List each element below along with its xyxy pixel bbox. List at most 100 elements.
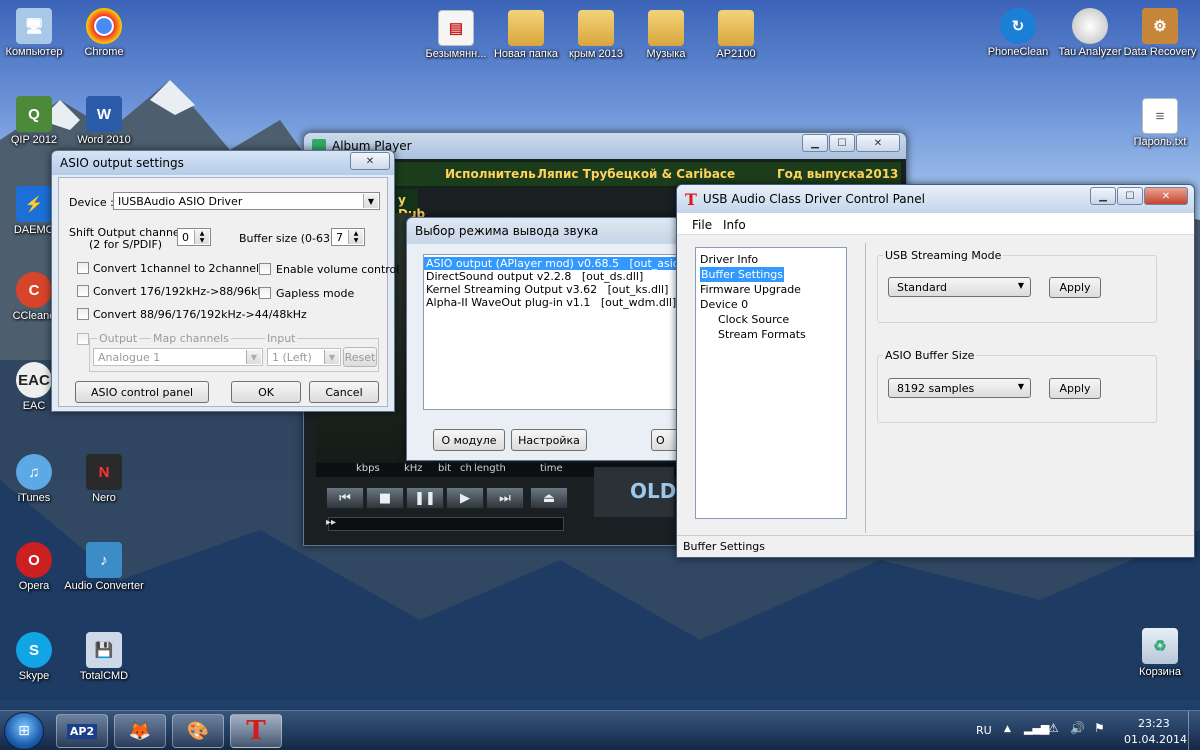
maximize-button[interactable]: ☐: [1117, 187, 1143, 205]
prev-button[interactable]: ⏮: [326, 487, 364, 509]
usb-device-icon[interactable]: ⚠: [1048, 721, 1059, 735]
taskbar-app-ap2[interactable]: AP2: [56, 714, 108, 748]
asio-settings-window[interactable]: ASIO output settings ✕ Device : IUSBAudi…: [51, 150, 399, 412]
ok-button[interactable]: OK: [231, 381, 301, 403]
stop-button[interactable]: ■: [366, 487, 404, 509]
play-button[interactable]: ▶: [446, 487, 484, 509]
desktop-icon-skype[interactable]: S Skype: [0, 632, 74, 683]
desktop-icon-itunes[interactable]: ♫ iTunes: [0, 454, 74, 505]
splitter[interactable]: [865, 243, 866, 533]
chrome-icon: [86, 8, 122, 44]
output-channel-select[interactable]: Analogue 1 ▼: [93, 348, 263, 366]
tree-item-device-0[interactable]: Device 0: [700, 297, 846, 312]
usb-control-panel-window[interactable]: T USB Audio Class Driver Control Panel ▁…: [676, 184, 1195, 558]
desktop-icon-nero[interactable]: N Nero: [64, 454, 144, 505]
usb-panel-titlebar[interactable]: T USB Audio Class Driver Control Panel ▁…: [677, 185, 1194, 213]
tree-item-stream-formats[interactable]: Stream Formats: [700, 327, 846, 342]
desktop-icon-bezymyanny[interactable]: ▤ Безымянн...: [416, 10, 496, 61]
desktop-icon-totalcmd[interactable]: 💾 TotalCMD: [64, 632, 144, 683]
volume-control-checkbox[interactable]: [259, 263, 271, 275]
buffer-size-label: Buffer size (0-63) :: [239, 232, 342, 245]
eject-button[interactable]: ⏏: [530, 487, 568, 509]
apply-asio-buffer-button[interactable]: Apply: [1049, 378, 1101, 399]
convert-88-checkbox[interactable]: [77, 308, 89, 320]
desktop-icon-audio-converter[interactable]: ♪ Audio Converter: [64, 542, 144, 593]
volume-icon[interactable]: 🔊: [1070, 721, 1085, 735]
minimize-button[interactable]: ▁: [802, 134, 828, 152]
desktop-icon-phoneclean[interactable]: ↻ PhoneClean: [978, 8, 1058, 59]
about-plugin-button[interactable]: О модуле: [433, 429, 505, 451]
desktop-icon-word[interactable]: W Word 2010: [64, 96, 144, 147]
desktop-icon-computer[interactable]: 🖥 Компьютер: [0, 8, 74, 59]
maximize-button[interactable]: ☐: [829, 134, 855, 152]
desktop-icon-chrome[interactable]: Chrome: [64, 8, 144, 59]
plugin-settings-button[interactable]: Настройка: [511, 429, 587, 451]
desktop-icon-qip[interactable]: Q QIP 2012: [0, 96, 74, 147]
desktop-icon-krym[interactable]: крым 2013: [556, 10, 636, 61]
desktop-icon-tau-analyzer[interactable]: Tau Analyzer: [1050, 8, 1130, 59]
list-item-kernel-streaming[interactable]: Kernel Streaming Output v3.62 [out_ks.dl…: [424, 283, 680, 296]
desktop-icon-ap2100[interactable]: AP2100: [696, 10, 776, 61]
settings-tree[interactable]: Driver Info Buffer Settings Firmware Upg…: [695, 247, 847, 519]
next-button[interactable]: ⏭: [486, 487, 524, 509]
desktop-icon-new-folder[interactable]: Новая папка: [486, 10, 566, 61]
cancel-button[interactable]: Cancel: [309, 381, 379, 403]
language-indicator[interactable]: RU: [976, 724, 992, 737]
taskbar-app-usb-panel[interactable]: T: [230, 714, 282, 748]
clock-time[interactable]: 23:23: [1138, 717, 1170, 730]
desktop-icon-opera[interactable]: O Opera: [0, 542, 74, 593]
clock-date[interactable]: 01.04.2014: [1124, 733, 1187, 746]
tree-item-buffer-settings[interactable]: Buffer Settings: [700, 267, 785, 282]
show-hidden-icons-icon[interactable]: ▲: [1004, 724, 1011, 734]
gapless-checkbox[interactable]: [259, 287, 271, 299]
chevron-down-icon: ▼: [324, 350, 339, 364]
skype-icon: S: [16, 632, 52, 668]
desktop-icon-recycle-bin[interactable]: ♻ Корзина: [1120, 628, 1200, 679]
taskbar-app-paint[interactable]: 🎨: [172, 714, 224, 748]
year-label: Год выпуска: [777, 167, 865, 181]
buffer-size-stepper[interactable]: 7 ▲ ▼: [331, 228, 365, 246]
tree-item-clock-source[interactable]: Clock Source: [700, 312, 846, 327]
close-button[interactable]: ✕: [856, 134, 900, 152]
start-button[interactable]: ⊞: [4, 712, 44, 750]
output-mode-titlebar[interactable]: Выбор режима вывода звука: [407, 218, 679, 244]
menu-info[interactable]: Info: [723, 218, 746, 232]
windows-logo-icon: ⊞: [18, 723, 30, 739]
tree-item-driver-info[interactable]: Driver Info: [700, 252, 846, 267]
streaming-mode-select[interactable]: Standard ▼: [888, 277, 1031, 297]
reset-button[interactable]: Reset: [343, 347, 377, 367]
seek-bar[interactable]: [328, 517, 564, 531]
close-button[interactable]: ✕: [1144, 187, 1188, 205]
computer-icon: 🖥: [16, 8, 52, 44]
map-channels-checkbox[interactable]: [77, 333, 89, 345]
minimize-button[interactable]: ▁: [1090, 187, 1116, 205]
asio-settings-body: Device : IUSBAudio ASIO Driver ▼ Shift Ou…: [58, 177, 399, 407]
desktop-icon-password-txt[interactable]: ≡ Пароль.txt: [1120, 98, 1200, 149]
desktop-icon-music[interactable]: Музыка: [626, 10, 706, 61]
device-select[interactable]: IUSBAudio ASIO Driver ▼: [113, 192, 380, 210]
desktop-icon-data-recovery[interactable]: ⚙ Data Recovery: [1120, 8, 1200, 59]
network-icon[interactable]: ▂▄▆: [1024, 722, 1049, 735]
list-item-asio[interactable]: ASIO output (APlayer mod) v0.68.5 [out_a…: [424, 257, 700, 270]
output-plugin-list[interactable]: ASIO output (APlayer mod) v0.68.5 [out_a…: [423, 254, 700, 410]
show-desktop-button[interactable]: [1188, 711, 1200, 750]
output-group-label: Output: [97, 332, 140, 345]
action-center-flag-icon[interactable]: ⚑: [1094, 721, 1105, 735]
tree-item-firmware-upgrade[interactable]: Firmware Upgrade: [700, 282, 846, 297]
list-item-alpha-waveout[interactable]: Alpha-II WaveOut plug-in v1.1 [out_wdm.d…: [424, 296, 680, 309]
shift-channels-stepper[interactable]: 0 ▲ ▼: [177, 228, 211, 246]
convert-1ch-checkbox[interactable]: [77, 262, 89, 274]
asio-control-panel-button[interactable]: ASIO control panel: [75, 381, 209, 403]
output-mode-window[interactable]: Выбор режима вывода звука ASIO output (A…: [406, 217, 700, 461]
close-button[interactable]: ✕: [350, 152, 390, 170]
pause-button[interactable]: ❚❚: [406, 487, 444, 509]
list-item-directsound[interactable]: DirectSound output v2.2.8 [out_ds.dll]: [424, 270, 680, 283]
taskbar-app-foobar[interactable]: 🦊: [114, 714, 166, 748]
convert-176-checkbox[interactable]: [77, 285, 89, 297]
daemon-icon: ⚡: [16, 186, 52, 222]
input-channel-select[interactable]: 1 (Left) ▼: [267, 348, 341, 366]
apply-streaming-mode-button[interactable]: Apply: [1049, 277, 1101, 298]
asio-settings-titlebar[interactable]: ASIO output settings ✕: [52, 151, 394, 175]
asio-buffer-select[interactable]: 8192 samples ▼: [888, 378, 1031, 398]
menu-file[interactable]: File: [692, 218, 712, 232]
